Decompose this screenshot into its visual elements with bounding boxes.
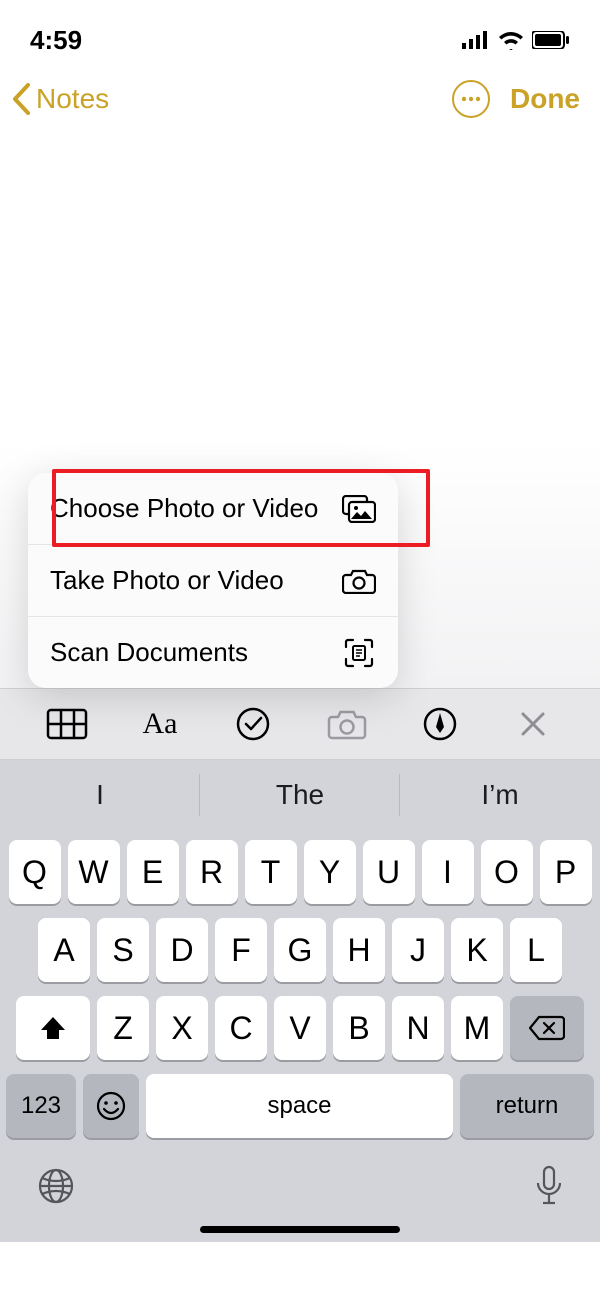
- camera-icon: [327, 708, 367, 740]
- status-icons: [462, 30, 570, 50]
- key-emoji[interactable]: [83, 1074, 139, 1138]
- key-z[interactable]: Z: [97, 996, 149, 1060]
- battery-icon: [532, 31, 570, 49]
- key-space[interactable]: space: [146, 1074, 453, 1138]
- table-icon: [46, 708, 88, 740]
- key-shift[interactable]: [16, 996, 90, 1060]
- shift-icon: [39, 1014, 67, 1042]
- dictation-button[interactable]: [534, 1165, 564, 1207]
- predictive-suggestion[interactable]: The: [200, 760, 400, 830]
- close-icon: [519, 710, 547, 738]
- nav-bar: Notes Done: [0, 70, 600, 138]
- table-button[interactable]: [43, 700, 91, 748]
- key-r[interactable]: R: [186, 840, 238, 904]
- key-y[interactable]: Y: [304, 840, 356, 904]
- key-b[interactable]: B: [333, 996, 385, 1060]
- menu-item-take-photo[interactable]: Take Photo or Video: [28, 545, 398, 617]
- key-t[interactable]: T: [245, 840, 297, 904]
- key-j[interactable]: J: [392, 918, 444, 982]
- text-format-icon: Aa: [142, 707, 177, 741]
- globe-icon: [36, 1166, 76, 1206]
- key-numeric[interactable]: 123: [6, 1074, 76, 1138]
- key-p[interactable]: P: [540, 840, 592, 904]
- key-l[interactable]: L: [510, 918, 562, 982]
- menu-item-choose-photo[interactable]: Choose Photo or Video: [28, 473, 398, 545]
- key-w[interactable]: W: [68, 840, 120, 904]
- keyboard: Q W E R T Y U I O P A S D F G H J K L Z …: [0, 830, 600, 1146]
- key-a[interactable]: A: [38, 918, 90, 982]
- key-q[interactable]: Q: [9, 840, 61, 904]
- checkmark-circle-icon: [235, 706, 271, 742]
- attachment-popover: Choose Photo or Video Take Photo or Vide…: [28, 473, 398, 688]
- camera-icon: [342, 567, 376, 595]
- notes-format-toolbar: Aa: [0, 688, 600, 760]
- key-v[interactable]: V: [274, 996, 326, 1060]
- close-toolbar-button[interactable]: [509, 700, 557, 748]
- status-bar: 4:59: [0, 0, 600, 70]
- done-button[interactable]: Done: [510, 83, 580, 115]
- chevron-left-icon: [10, 82, 32, 116]
- status-time: 4:59: [30, 25, 82, 56]
- camera-button[interactable]: [323, 700, 371, 748]
- backspace-icon: [529, 1015, 565, 1041]
- key-return[interactable]: return: [460, 1074, 594, 1138]
- globe-button[interactable]: [36, 1166, 76, 1206]
- back-button[interactable]: Notes: [10, 82, 109, 116]
- key-k[interactable]: K: [451, 918, 503, 982]
- markup-pen-icon: [422, 706, 458, 742]
- cellular-icon: [462, 31, 490, 49]
- key-backspace[interactable]: [510, 996, 584, 1060]
- key-u[interactable]: U: [363, 840, 415, 904]
- key-d[interactable]: D: [156, 918, 208, 982]
- microphone-icon: [534, 1165, 564, 1207]
- ellipsis-icon: [461, 96, 481, 102]
- menu-item-label: Choose Photo or Video: [50, 493, 318, 524]
- wifi-icon: [498, 30, 524, 50]
- keyboard-bottom-bar: [0, 1146, 600, 1226]
- keyboard-row-1: Q W E R T Y U I O P: [5, 840, 595, 904]
- menu-item-label: Scan Documents: [50, 637, 248, 668]
- key-n[interactable]: N: [392, 996, 444, 1060]
- predictive-suggestion[interactable]: I: [0, 760, 200, 830]
- keyboard-row-4: 123 space return: [5, 1074, 595, 1138]
- back-label: Notes: [36, 83, 109, 115]
- key-m[interactable]: M: [451, 996, 503, 1060]
- photo-library-icon: [342, 495, 376, 523]
- home-indicator-area: [0, 1226, 600, 1242]
- key-o[interactable]: O: [481, 840, 533, 904]
- home-indicator[interactable]: [200, 1226, 400, 1233]
- menu-item-label: Take Photo or Video: [50, 565, 284, 596]
- predictive-suggestion[interactable]: I’m: [400, 760, 600, 830]
- key-i[interactable]: I: [422, 840, 474, 904]
- keyboard-row-3: Z X C V B N M: [5, 996, 595, 1060]
- markup-button[interactable]: [416, 700, 464, 748]
- key-e[interactable]: E: [127, 840, 179, 904]
- key-h[interactable]: H: [333, 918, 385, 982]
- emoji-icon: [95, 1090, 127, 1122]
- key-f[interactable]: F: [215, 918, 267, 982]
- key-x[interactable]: X: [156, 996, 208, 1060]
- keyboard-row-2: A S D F G H J K L: [5, 918, 595, 982]
- checklist-button[interactable]: [229, 700, 277, 748]
- key-g[interactable]: G: [274, 918, 326, 982]
- predictive-bar: I The I’m: [0, 760, 600, 830]
- key-s[interactable]: S: [97, 918, 149, 982]
- scan-document-icon: [342, 639, 376, 667]
- menu-item-scan-documents[interactable]: Scan Documents: [28, 617, 398, 688]
- text-format-button[interactable]: Aa: [136, 700, 184, 748]
- more-button[interactable]: [452, 80, 490, 118]
- key-c[interactable]: C: [215, 996, 267, 1060]
- note-editor[interactable]: Choose Photo or Video Take Photo or Vide…: [0, 138, 600, 688]
